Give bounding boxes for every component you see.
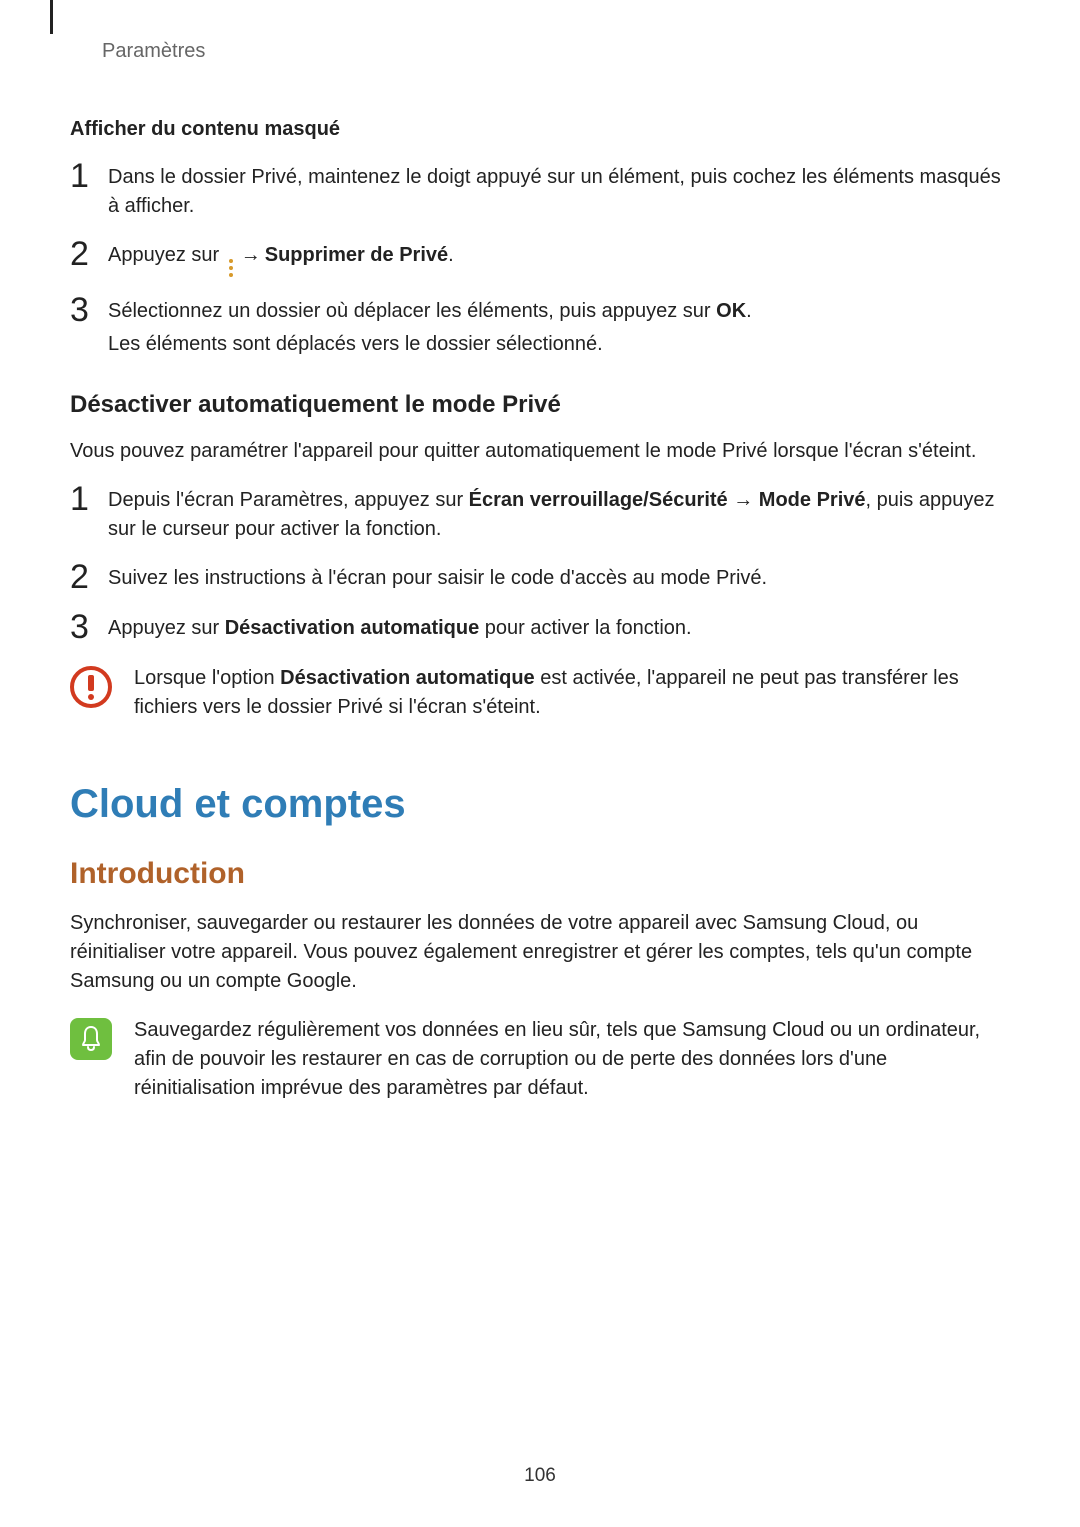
step-text: Appuyez sur Désactivation automatique po…: [108, 614, 1010, 643]
breadcrumb: Paramètres: [102, 40, 1010, 63]
step-1-1: 1 Dans le dossier Privé, maintenez le do…: [70, 163, 1010, 221]
warning-icon: [70, 666, 114, 708]
more-options-icon: [229, 259, 233, 277]
arrow-right-icon: →: [237, 244, 265, 266]
text-suffix: .: [448, 244, 454, 266]
text: pour activer la fonction.: [479, 617, 691, 639]
text-bold: Supprimer de Privé: [265, 244, 448, 266]
page-number: 106: [0, 1465, 1080, 1487]
heading-afficher-contenu: Afficher du contenu masqué: [70, 118, 1010, 141]
step-1-2: 2 Appuyez sur →Supprimer de Privé.: [70, 241, 1010, 277]
text: .: [746, 300, 752, 322]
step-number: 2: [70, 237, 108, 271]
arrow-right-icon: →: [728, 489, 759, 511]
step-number: 1: [70, 482, 108, 516]
text: Depuis l'écran Paramètres, appuyez sur: [108, 489, 469, 511]
heading-desactiver-mode-prive: Désactiver automatiquement le mode Privé: [70, 391, 1010, 419]
page-side-marker: [50, 0, 53, 34]
step-2-2: 2 Suivez les instructions à l'écran pour…: [70, 564, 1010, 594]
step-text: Depuis l'écran Paramètres, appuyez sur É…: [108, 486, 1010, 544]
text-bold: Désactivation automatique: [280, 667, 535, 689]
step-number: 2: [70, 560, 108, 594]
step-2-3: 3 Appuyez sur Désactivation automatique …: [70, 614, 1010, 644]
text: Sélectionnez un dossier où déplacer les …: [108, 300, 716, 322]
text-line2: Les éléments sont déplacés vers le dossi…: [108, 330, 1010, 359]
callout-warning: Lorsque l'option Désactivation automatiq…: [70, 664, 1010, 722]
step-1-3: 3 Sélectionnez un dossier où déplacer le…: [70, 297, 1010, 359]
step-text: Suivez les instructions à l'écran pour s…: [108, 564, 1010, 593]
info-bell-icon: [70, 1018, 114, 1060]
text: Appuyez sur: [108, 617, 225, 639]
text-prefix: Appuyez sur: [108, 244, 225, 266]
intro-text: Vous pouvez paramétrer l'appareil pour q…: [70, 437, 1010, 466]
text: Lorsque l'option: [134, 667, 280, 689]
step-number: 1: [70, 159, 108, 193]
callout-info: Sauvegardez régulièrement vos données en…: [70, 1016, 1010, 1103]
heading-introduction: Introduction: [70, 857, 1010, 891]
callout-text: Lorsque l'option Désactivation automatiq…: [134, 664, 1010, 722]
step-number: 3: [70, 293, 108, 327]
callout-text: Sauvegardez régulièrement vos données en…: [134, 1016, 1010, 1103]
step-text: Sélectionnez un dossier où déplacer les …: [108, 297, 1010, 359]
heading-cloud-comptes: Cloud et comptes: [70, 782, 1010, 827]
text-bold: Mode Privé: [759, 489, 866, 511]
text-bold: Désactivation automatique: [225, 617, 480, 639]
intro-text: Synchroniser, sauvegarder ou restaurer l…: [70, 909, 1010, 996]
text-bold: Écran verrouillage/Sécurité: [469, 489, 728, 511]
page-content: Paramètres Afficher du contenu masqué 1 …: [0, 0, 1080, 1183]
step-text: Appuyez sur →Supprimer de Privé.: [108, 241, 1010, 277]
step-2-1: 1 Depuis l'écran Paramètres, appuyez sur…: [70, 486, 1010, 544]
step-number: 3: [70, 610, 108, 644]
step-text: Dans le dossier Privé, maintenez le doig…: [108, 163, 1010, 221]
text-bold: OK: [716, 300, 746, 322]
